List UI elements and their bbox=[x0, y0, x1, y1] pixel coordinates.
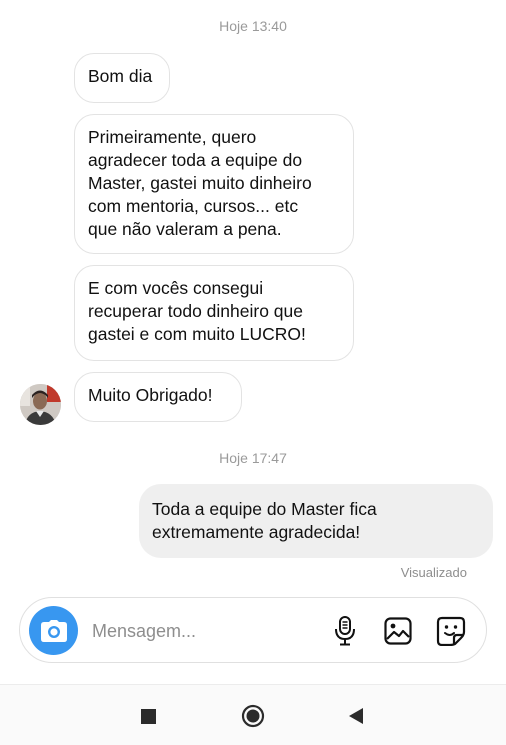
outgoing-message[interactable]: Toda a equipe do Master fica extremament… bbox=[139, 484, 493, 558]
timestamp: Hoje 17:47 bbox=[219, 450, 287, 466]
message-line: Bom dia bbox=[88, 66, 153, 86]
incoming-message[interactable]: E com vocês consegui recuperar todo dinh… bbox=[74, 265, 354, 361]
camera-button[interactable] bbox=[29, 606, 78, 655]
message-line: extremamente agradecida! bbox=[152, 522, 361, 542]
home-button[interactable] bbox=[240, 703, 266, 729]
incoming-message[interactable]: Bom dia bbox=[74, 53, 170, 103]
message-composer bbox=[19, 597, 487, 663]
message-line: E com vocês consegui bbox=[88, 278, 264, 298]
message-line: agradecer toda a equipe do bbox=[88, 150, 303, 170]
microphone-icon bbox=[334, 616, 356, 646]
image-icon bbox=[384, 617, 412, 645]
timestamp: Hoje 13:40 bbox=[219, 18, 287, 34]
message-input[interactable] bbox=[92, 618, 292, 644]
message-line: que não valeram a pena. bbox=[88, 219, 282, 239]
microphone-button[interactable] bbox=[330, 616, 360, 646]
sticker-button[interactable] bbox=[436, 616, 466, 646]
back-triangle-icon bbox=[348, 707, 364, 725]
square-icon bbox=[140, 708, 156, 724]
incoming-message[interactable]: Muito Obrigado! bbox=[74, 372, 242, 422]
camera-icon bbox=[40, 619, 67, 642]
message-line: Primeiramente, quero bbox=[88, 127, 257, 147]
back-button[interactable] bbox=[343, 703, 369, 729]
message-line: gastei e com muito LUCRO! bbox=[88, 324, 306, 344]
avatar[interactable] bbox=[20, 384, 61, 425]
message-line: Master, gastei muito dinheiro bbox=[88, 173, 312, 193]
circle-home-icon bbox=[241, 704, 265, 728]
system-navigation-bar bbox=[0, 684, 506, 745]
message-line: recuperar todo dinheiro que bbox=[88, 301, 304, 321]
sticker-icon bbox=[436, 616, 466, 646]
seen-status: Visualizado bbox=[400, 565, 467, 580]
recents-button[interactable] bbox=[135, 703, 161, 729]
message-line: com mentoria, cursos... etc bbox=[88, 196, 299, 216]
message-line: Muito Obrigado! bbox=[88, 385, 213, 405]
gallery-button[interactable] bbox=[383, 616, 413, 646]
message-line: Toda a equipe do Master fica bbox=[152, 499, 377, 519]
incoming-message[interactable]: Primeiramente, quero agradecer toda a eq… bbox=[74, 114, 354, 254]
